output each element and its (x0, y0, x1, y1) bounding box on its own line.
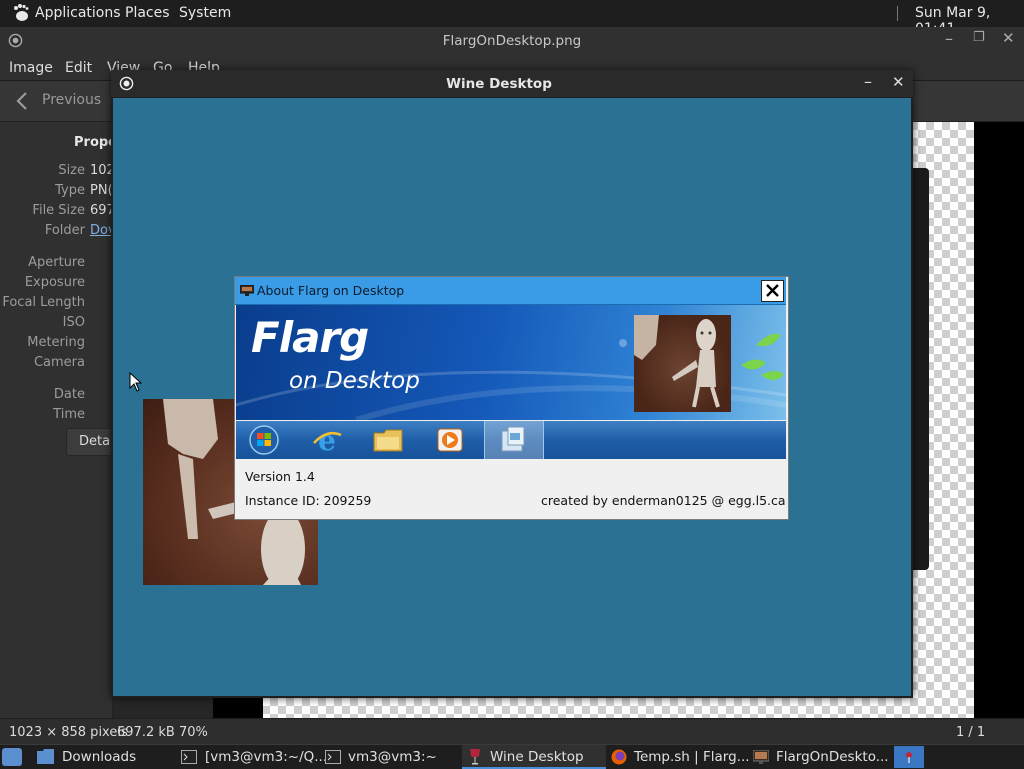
brand-subtitle: on Desktop (289, 368, 420, 394)
instance-id-text: Instance ID: 209259 (245, 493, 372, 508)
close-icon[interactable]: ✕ (892, 73, 905, 91)
taskbar-label: [vm3@vm3:~/Q... (205, 749, 328, 765)
taskbar-item-downloads[interactable]: Downloads (34, 745, 174, 769)
wine-titlebar[interactable]: Wine Desktop – ✕ (111, 70, 913, 97)
status-page: 1 / 1 (956, 725, 986, 740)
taskbar-label: FlargOnDeskto... (776, 749, 889, 765)
metering-label: Metering (27, 335, 85, 350)
camera-label: Camera (33, 355, 85, 370)
taskbar-label: Wine Desktop (490, 749, 584, 765)
about-banner: Flarg on Desktop (236, 305, 786, 420)
time-label: Time (53, 407, 85, 422)
iso-label: ISO (62, 315, 85, 330)
taskbar-item-terminal-2[interactable]: vm3@vm3:~ (322, 745, 457, 769)
wine-title: Wine Desktop (446, 76, 552, 92)
about-dialog: About Flarg on Desktop Flarg on Desktop (234, 276, 789, 520)
image-dark-corner (213, 698, 263, 718)
app-icon (240, 285, 254, 296)
flarg-creature-icon (634, 315, 720, 408)
flarg-portrait (634, 315, 731, 412)
about-titlebar[interactable]: About Flarg on Desktop (235, 277, 786, 305)
exposure-label: Exposure (24, 275, 85, 290)
maximize-icon[interactable]: ❐ (973, 30, 985, 45)
ie-icon: e (311, 424, 343, 457)
bottom-taskbar: Downloads [vm3@vm3:~/Q... vm3@vm3:~ Wine… (0, 744, 1024, 769)
menu-edit[interactable]: Edit (65, 60, 92, 76)
panel-separator (897, 6, 898, 21)
mouse-cursor-icon (129, 372, 142, 392)
type-value: PN( (90, 183, 113, 198)
window-app-icon (501, 426, 525, 452)
viewer-statusbar: 1023 × 858 pixels 697.2 kB 70% 1 / 1 (0, 718, 1024, 745)
windows-orb-icon (248, 425, 280, 455)
version-text: Version 1.4 (245, 469, 315, 484)
type-label: Type (55, 183, 85, 198)
status-zoom: 70% (179, 725, 208, 740)
terminal-icon (325, 750, 341, 764)
folder-label: Folder (44, 223, 85, 238)
svg-text:e: e (318, 425, 336, 455)
brand-title: Flarg (251, 313, 369, 362)
credit-text: created by enderman0125 @ egg.l5.ca (541, 493, 786, 508)
properties-sidebar: Prope Size 102 Type PN( File Size 697 Fo… (0, 122, 128, 718)
filesize-label: File Size (32, 203, 85, 218)
aperture-label: Aperture (28, 255, 85, 270)
image-edge (974, 122, 1024, 718)
system-menu[interactable]: System (179, 5, 231, 21)
taskbar-label: vm3@vm3:~ (348, 749, 437, 765)
show-desktop-icon[interactable] (2, 748, 22, 766)
taskbar-item-wine-desktop[interactable]: Wine Desktop (462, 745, 606, 769)
places-menu[interactable]: Places (125, 5, 170, 21)
media-player-icon (434, 425, 466, 455)
about-close-button[interactable] (761, 280, 784, 302)
minimize-icon[interactable]: – (945, 29, 953, 48)
about-title: About Flarg on Desktop (257, 283, 405, 298)
details-label: Detai (79, 434, 114, 449)
minimize-icon[interactable]: – (864, 72, 872, 91)
taskbar-item-image-viewer[interactable]: FlargOnDeskto... (750, 745, 890, 769)
taskbar-label: Downloads (62, 749, 137, 765)
pin-icon (906, 752, 912, 763)
top-panel: Applications Places System Sun Mar 9, 01… (0, 0, 1024, 37)
focal-length-label: Focal Length (2, 295, 85, 310)
viewer-titlebar: FlargOnDesktop.png – ❐ ✕ (0, 27, 1024, 54)
viewer-title: FlargOnDesktop.png (442, 33, 582, 49)
taskbar-label: Temp.sh | Flarg... (634, 749, 750, 765)
size-label: Size (58, 163, 85, 178)
active-taskbar-button (484, 421, 544, 459)
menu-image[interactable]: Image (9, 60, 53, 76)
taskbar-strip: e (236, 421, 786, 459)
taskbar-item-terminal-1[interactable]: [vm3@vm3:~/Q... (178, 745, 327, 769)
terminal-icon (181, 750, 197, 764)
taskbar-item-firefox[interactable]: Temp.sh | Flarg... (608, 745, 750, 769)
chevron-left-icon (16, 92, 27, 110)
status-filesize: 697.2 kB (117, 725, 175, 740)
gnome-foot-icon[interactable] (11, 3, 31, 23)
workspace-switcher[interactable] (894, 746, 924, 768)
previous-label: Previous (42, 92, 102, 108)
applications-menu[interactable]: Applications (35, 5, 121, 21)
image-icon (753, 750, 769, 764)
folder-icon (37, 749, 54, 764)
close-icon[interactable]: ✕ (1002, 29, 1015, 47)
status-dimensions: 1023 × 858 pixels (9, 725, 128, 740)
close-icon (766, 284, 779, 297)
previous-button[interactable]: Previous (10, 88, 110, 114)
firefox-icon (611, 749, 627, 765)
date-label: Date (53, 387, 85, 402)
explorer-folder-icon (372, 425, 404, 455)
wine-icon (470, 749, 480, 765)
